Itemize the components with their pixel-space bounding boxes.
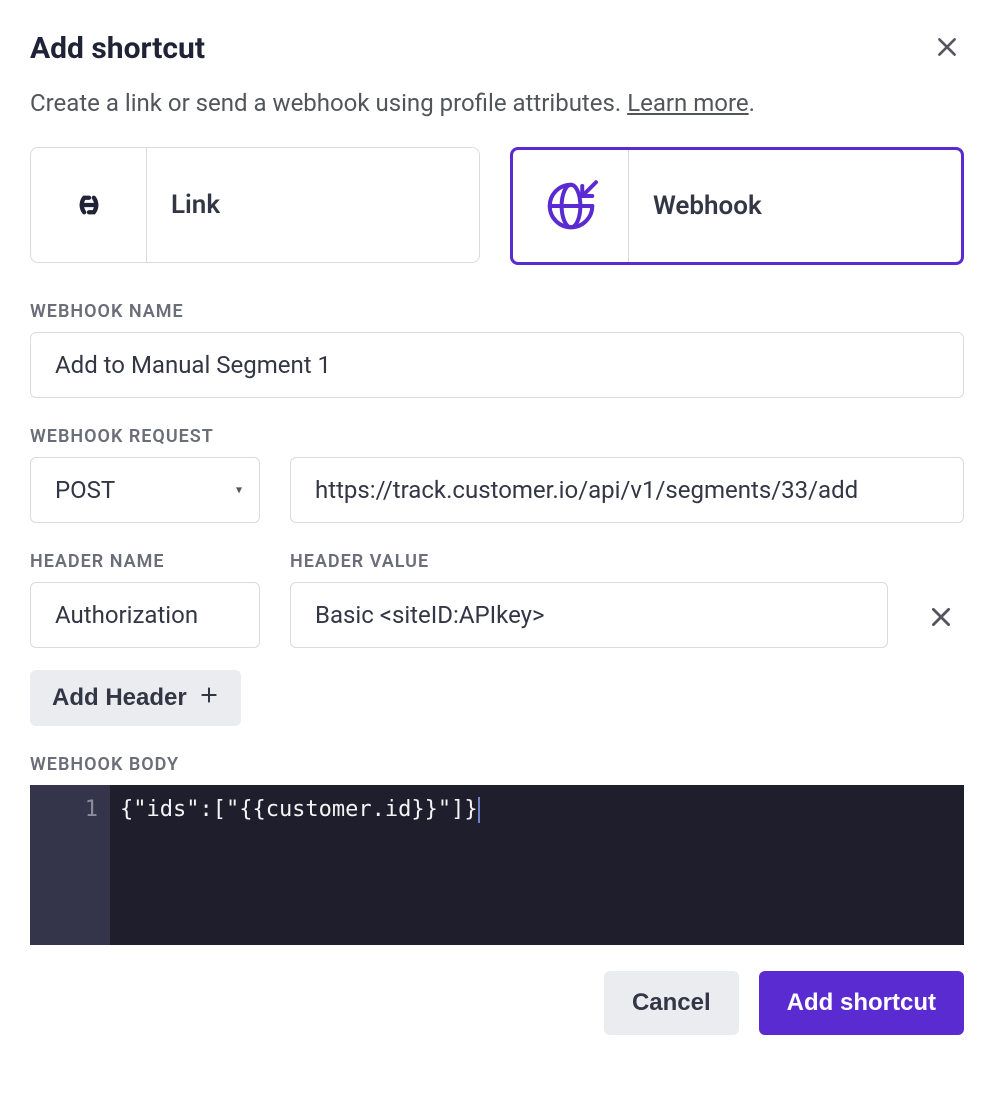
line-number: 1 xyxy=(30,797,98,822)
close-button[interactable] xyxy=(930,30,964,67)
shortcut-type-selector: Link Webhook xyxy=(30,147,964,265)
modal-header: Add shortcut xyxy=(30,30,964,67)
globe-icon xyxy=(513,150,629,262)
editor-code[interactable]: {"ids":["{{customer.id}}"]} xyxy=(110,785,964,945)
description-suffix: . xyxy=(749,89,755,117)
webhook-url-input[interactable] xyxy=(290,457,964,523)
close-icon xyxy=(934,34,960,63)
plus-icon xyxy=(199,684,219,712)
webhook-body-label: WEBHOOK BODY xyxy=(30,754,964,775)
header-value-input[interactable] xyxy=(290,582,888,648)
learn-more-link[interactable]: Learn more xyxy=(627,89,748,117)
modal-description: Create a link or send a webhook using pr… xyxy=(30,89,964,117)
section-webhook-body: WEBHOOK BODY 1 {"ids":["{{customer.id}}"… xyxy=(30,754,964,945)
code-content: {"ids":["{{customer.id}}"]} xyxy=(120,797,478,822)
section-header: HEADER NAME HEADER VALUE Add Header xyxy=(30,551,964,726)
webhook-body-editor[interactable]: 1 {"ids":["{{customer.id}}"]} xyxy=(30,785,964,945)
header-value-label: HEADER VALUE xyxy=(290,551,888,572)
add-header-button[interactable]: Add Header xyxy=(30,670,241,726)
header-name-label: HEADER NAME xyxy=(30,551,260,572)
type-card-link[interactable]: Link xyxy=(30,147,480,263)
webhook-name-input[interactable] xyxy=(30,332,964,398)
add-header-label: Add Header xyxy=(52,684,187,712)
add-shortcut-button[interactable]: Add shortcut xyxy=(759,971,964,1035)
remove-header-button[interactable] xyxy=(922,603,960,634)
type-card-webhook[interactable]: Webhook xyxy=(510,147,964,265)
webhook-name-label: WEBHOOK NAME xyxy=(30,301,964,322)
type-card-link-label: Link xyxy=(147,148,220,262)
webhook-method-select[interactable]: POST xyxy=(30,457,260,523)
modal-footer: Cancel Add shortcut xyxy=(30,971,964,1035)
modal-title: Add shortcut xyxy=(30,31,205,66)
link-icon xyxy=(31,148,147,262)
close-icon xyxy=(928,604,954,633)
editor-caret xyxy=(478,797,480,823)
type-card-webhook-label: Webhook xyxy=(629,150,762,262)
header-name-input[interactable] xyxy=(30,582,260,648)
editor-gutter: 1 xyxy=(30,785,110,945)
section-webhook-request: WEBHOOK REQUEST POST ▾ xyxy=(30,426,964,523)
webhook-request-label: WEBHOOK REQUEST xyxy=(30,426,964,447)
cancel-button[interactable]: Cancel xyxy=(604,971,739,1035)
description-text: Create a link or send a webhook using pr… xyxy=(30,89,627,117)
section-webhook-name: WEBHOOK NAME xyxy=(30,301,964,398)
